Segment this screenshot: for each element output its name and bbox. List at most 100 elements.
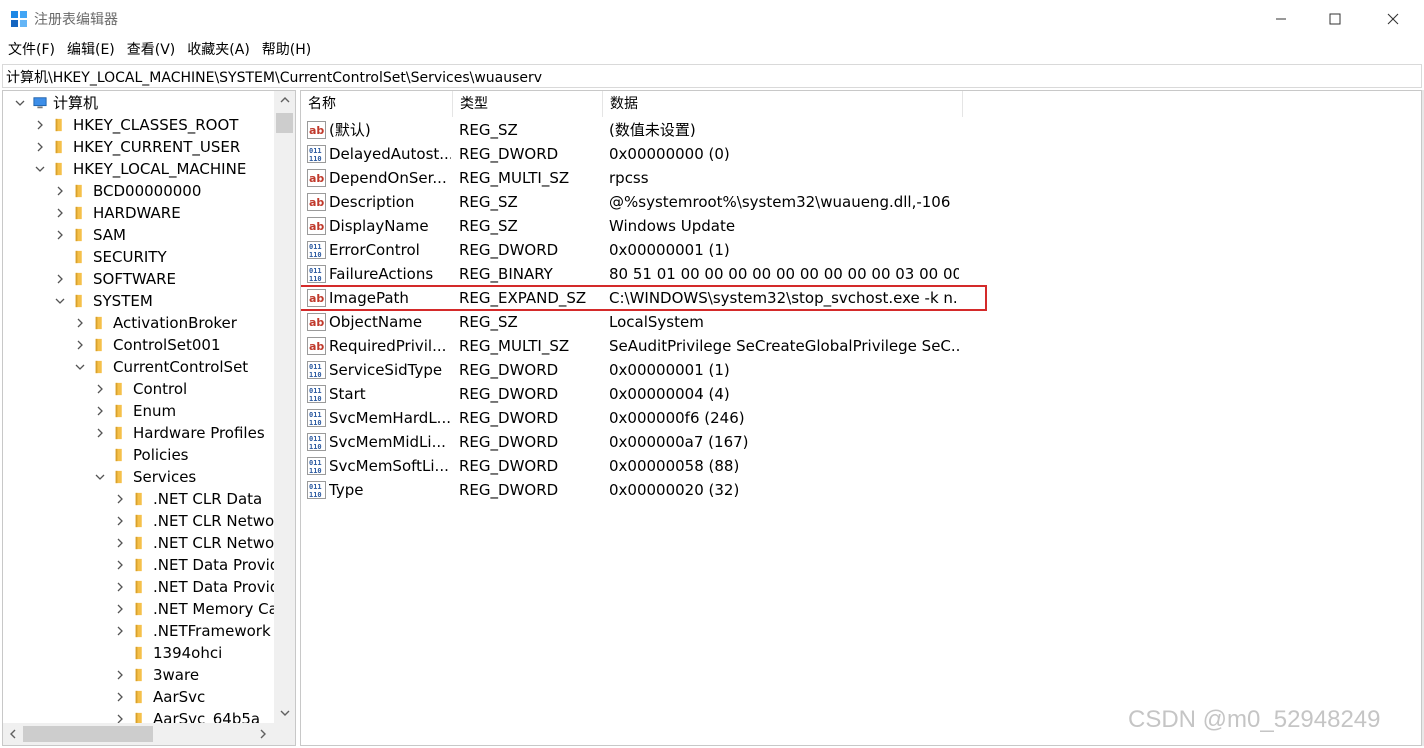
tree-node[interactable]: ControlSet001	[3, 334, 274, 356]
tree-node[interactable]: Enum	[3, 400, 274, 422]
chevron-right-icon[interactable]	[114, 537, 126, 549]
chevron-right-icon[interactable]	[114, 625, 126, 637]
tree-node[interactable]: SYSTEM	[3, 290, 274, 312]
vertical-scroll-thumb[interactable]	[276, 113, 293, 133]
svg-text:011: 011	[309, 363, 322, 371]
key-tree-pane[interactable]: 计算机 HKEY_CLASSES_ROOT HKEY_CURRENT_USER HKE…	[2, 90, 296, 746]
scroll-down-button[interactable]	[274, 703, 295, 723]
tree-node[interactable]: .NET Data Provid	[3, 554, 274, 576]
tree-node[interactable]: HKEY_CURRENT_USER	[3, 136, 274, 158]
tree-node[interactable]: .NET Memory Ca	[3, 598, 274, 620]
value-row[interactable]: ab RequiredPrivil... REG_MULTI_SZ SeAuditPr…	[301, 334, 981, 358]
chevron-right-icon[interactable]	[54, 185, 66, 197]
chevron-right-icon[interactable]	[54, 207, 66, 219]
tree-node[interactable]: CurrentControlSet	[3, 356, 274, 378]
chevron-right-icon[interactable]	[114, 713, 126, 723]
chevron-right-icon[interactable]	[114, 515, 126, 527]
tree-node[interactable]: HARDWARE	[3, 202, 274, 224]
tree-node[interactable]: .NETFramework	[3, 620, 274, 642]
scroll-up-button[interactable]	[274, 91, 295, 109]
chevron-right-icon[interactable]	[114, 581, 126, 593]
tree-node[interactable]: 计算机	[3, 92, 274, 114]
minimize-button[interactable]	[1254, 0, 1308, 38]
tree-node-label: 计算机	[53, 94, 99, 112]
tree-node[interactable]: BCD00000000	[3, 180, 274, 202]
tree-node[interactable]: .NET CLR Data	[3, 488, 274, 510]
scroll-left-button[interactable]	[3, 723, 23, 745]
value-data: 0x00000001 (1)	[609, 241, 730, 259]
chevron-right-icon[interactable]	[34, 119, 46, 131]
tree-node[interactable]: SAM	[3, 224, 274, 246]
menu-view[interactable]: 查看(V)	[121, 38, 182, 62]
menu-help[interactable]: 帮助(H)	[256, 38, 317, 62]
horizontal-scroll-thumb[interactable]	[23, 726, 153, 742]
chevron-right-icon[interactable]	[94, 383, 106, 395]
chevron-right-icon[interactable]	[54, 273, 66, 285]
title-bar[interactable]: 注册表编辑器	[0, 0, 1424, 38]
chevron-down-icon[interactable]	[94, 471, 106, 483]
column-header-name[interactable]: 名称	[301, 91, 453, 117]
value-row[interactable]: 011 110 Start REG_DWORD 0x00000004 (4)	[301, 382, 981, 406]
address-path[interactable]: 计算机\HKEY_LOCAL_MACHINE\SYSTEM\CurrentCon…	[6, 67, 542, 87]
tree-node[interactable]: .NET Data Provid	[3, 576, 274, 598]
tree-node[interactable]: SOFTWARE	[3, 268, 274, 290]
value-name: DisplayName	[329, 217, 429, 235]
value-row[interactable]: 011 110 ServiceSidType REG_DWORD 0x00000001 …	[301, 358, 981, 382]
scroll-right-button[interactable]	[253, 723, 273, 745]
chevron-right-icon[interactable]	[94, 427, 106, 439]
tree-node[interactable]: AarSvc_64b5a	[3, 708, 274, 723]
menu-favorites[interactable]: 收藏夹(A)	[181, 38, 256, 62]
chevron-right-icon[interactable]	[74, 317, 86, 329]
value-row[interactable]: ab ObjectName REG_SZ LocalSystem	[301, 310, 981, 334]
chevron-right-icon[interactable]	[114, 493, 126, 505]
column-header-type[interactable]: 类型	[453, 91, 603, 117]
chevron-right-icon[interactable]	[114, 603, 126, 615]
chevron-right-icon[interactable]	[54, 229, 66, 241]
value-row[interactable]: ab DisplayName REG_SZ Windows Update	[301, 214, 981, 238]
value-row[interactable]: 011 110 Type REG_DWORD 0x00000020 (32)	[301, 478, 981, 502]
chevron-right-icon[interactable]	[114, 669, 126, 681]
tree-node[interactable]: Policies	[3, 444, 274, 466]
chevron-right-icon[interactable]	[94, 405, 106, 417]
chevron-right-icon[interactable]	[34, 141, 46, 153]
value-row[interactable]: 011 110 SvcMemHardL... REG_DWORD 0x000000f6 …	[301, 406, 981, 430]
tree-vertical-scrollbar[interactable]	[274, 91, 295, 723]
value-row[interactable]: ab (默认) REG_SZ (数值未设置)	[301, 118, 981, 142]
menu-edit[interactable]: 编辑(E)	[61, 38, 121, 62]
tree-node[interactable]: AarSvc	[3, 686, 274, 708]
tree-node[interactable]: HKEY_CLASSES_ROOT	[3, 114, 274, 136]
binary-value-icon: 011110	[307, 457, 326, 475]
chevron-down-icon[interactable]	[14, 97, 26, 109]
close-button[interactable]	[1366, 0, 1420, 38]
tree-node[interactable]: Control	[3, 378, 274, 400]
chevron-down-icon[interactable]	[54, 295, 66, 307]
values-pane[interactable]: 名称 类型 数据 ab (默认) REG_SZ (数值未设置) 011 110 Delaye…	[300, 90, 1422, 746]
chevron-right-icon[interactable]	[74, 339, 86, 351]
value-row[interactable]: 011 110 FailureActions REG_BINARY 80 51 01 0…	[301, 262, 981, 286]
chevron-right-icon[interactable]	[114, 559, 126, 571]
tree-node[interactable]: ActivationBroker	[3, 312, 274, 334]
menu-file[interactable]: 文件(F)	[2, 38, 61, 62]
value-name: DelayedAutost...	[329, 145, 451, 163]
column-header-data[interactable]: 数据	[603, 91, 963, 117]
chevron-down-icon[interactable]	[34, 163, 46, 175]
address-bar[interactable]: 计算机\HKEY_LOCAL_MACHINE\SYSTEM\CurrentCon…	[2, 64, 1422, 88]
tree-node[interactable]: 3ware	[3, 664, 274, 686]
value-row[interactable]: 011 110 SvcMemSoftLi... REG_DWORD 0x00000058…	[301, 454, 981, 478]
value-row[interactable]: 011 110 DelayedAutost... REG_DWORD 0x0000000…	[301, 142, 981, 166]
tree-horizontal-scrollbar[interactable]	[3, 723, 295, 745]
chevron-right-icon[interactable]	[114, 691, 126, 703]
tree-node[interactable]: Hardware Profiles	[3, 422, 274, 444]
tree-node[interactable]: HKEY_LOCAL_MACHINE	[3, 158, 274, 180]
value-row[interactable]: ab DependOnSer... REG_MULTI_SZ rpcss	[301, 166, 981, 190]
value-row[interactable]: 011 110 ErrorControl REG_DWORD 0x00000001 (1…	[301, 238, 981, 262]
tree-node[interactable]: .NET CLR Networ	[3, 510, 274, 532]
value-row[interactable]: ab Description REG_SZ @%systemroot%\system3…	[301, 190, 981, 214]
tree-node[interactable]: Services	[3, 466, 274, 488]
value-row[interactable]: 011 110 SvcMemMidLi... REG_DWORD 0x000000a7 …	[301, 430, 981, 454]
tree-node[interactable]: 1394ohci	[3, 642, 274, 664]
tree-node[interactable]: .NET CLR Networ	[3, 532, 274, 554]
maximize-button[interactable]	[1308, 0, 1362, 38]
chevron-down-icon[interactable]	[74, 361, 86, 373]
tree-node[interactable]: SECURITY	[3, 246, 274, 268]
